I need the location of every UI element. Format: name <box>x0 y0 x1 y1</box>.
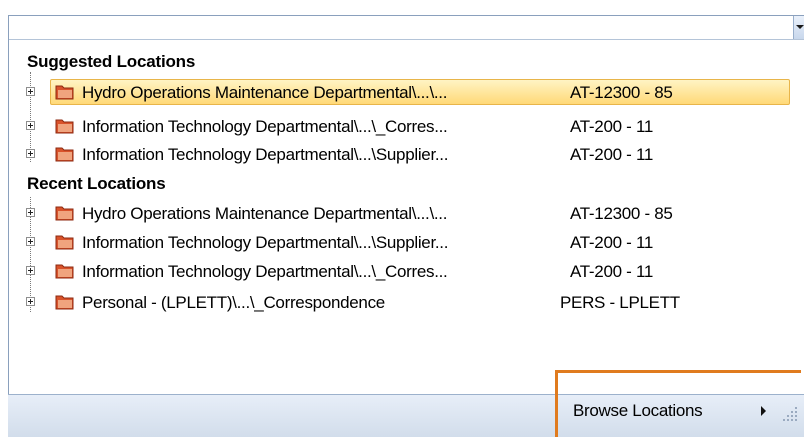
location-row[interactable]: Hydro Operations Maintenance Departmenta… <box>26 201 804 227</box>
location-label: Hydro Operations Maintenance Departmenta… <box>82 83 448 102</box>
resize-grip-icon[interactable] <box>781 405 799 423</box>
group-header-recent: Recent Locations <box>27 174 166 193</box>
folder-icon <box>55 235 74 250</box>
folder-icon <box>55 295 74 310</box>
location-row[interactable]: Information Technology Departmental\...\… <box>26 114 804 140</box>
submenu-arrow-icon <box>761 406 766 416</box>
expand-plus-icon[interactable] <box>26 266 35 275</box>
location-code: AT-12300 - 85 <box>570 204 673 223</box>
expand-plus-icon[interactable] <box>26 121 35 130</box>
location-label: Information Technology Departmental\...\… <box>82 262 448 281</box>
location-row[interactable]: Information Technology Departmental\...\… <box>26 259 804 285</box>
location-code: PERS - LPLETT <box>560 293 680 312</box>
location-row[interactable]: Information Technology Departmental\...\… <box>26 230 804 256</box>
folder-icon <box>55 85 74 100</box>
location-row[interactable]: Personal - (LPLETT)\...\_Correspondence … <box>26 290 804 316</box>
location-code: AT-200 - 11 <box>570 145 654 164</box>
expand-plus-icon[interactable] <box>26 297 35 306</box>
expand-plus-icon[interactable] <box>26 149 35 158</box>
folder-icon <box>55 264 74 279</box>
location-code: AT-200 - 11 <box>570 117 654 136</box>
location-label: Hydro Operations Maintenance Departmenta… <box>82 204 448 223</box>
location-label: Information Technology Departmental\...\… <box>82 117 448 136</box>
expand-plus-icon[interactable] <box>26 87 35 96</box>
folder-icon <box>55 119 74 134</box>
location-row[interactable]: Hydro Operations Maintenance Departmenta… <box>26 80 804 106</box>
location-row[interactable]: Information Technology Departmental\...\… <box>26 142 804 168</box>
browse-locations-button[interactable]: Browse Locations <box>573 401 703 421</box>
location-label: Information Technology Departmental\...\… <box>82 145 449 164</box>
location-label: Information Technology Departmental\...\… <box>82 233 449 252</box>
location-code: AT-12300 - 85 <box>570 83 673 102</box>
group-header-suggested: Suggested Locations <box>27 52 196 71</box>
location-label: Personal - (LPLETT)\...\_Correspondence <box>82 293 385 312</box>
folder-icon <box>55 147 74 162</box>
location-code: AT-200 - 11 <box>570 233 654 252</box>
location-combo-input[interactable] <box>9 16 804 40</box>
folder-icon <box>55 206 74 221</box>
expand-plus-icon[interactable] <box>26 208 35 217</box>
expand-plus-icon[interactable] <box>26 237 35 246</box>
location-code: AT-200 - 11 <box>570 262 654 281</box>
combo-dropdown-arrow-icon[interactable] <box>793 16 804 39</box>
